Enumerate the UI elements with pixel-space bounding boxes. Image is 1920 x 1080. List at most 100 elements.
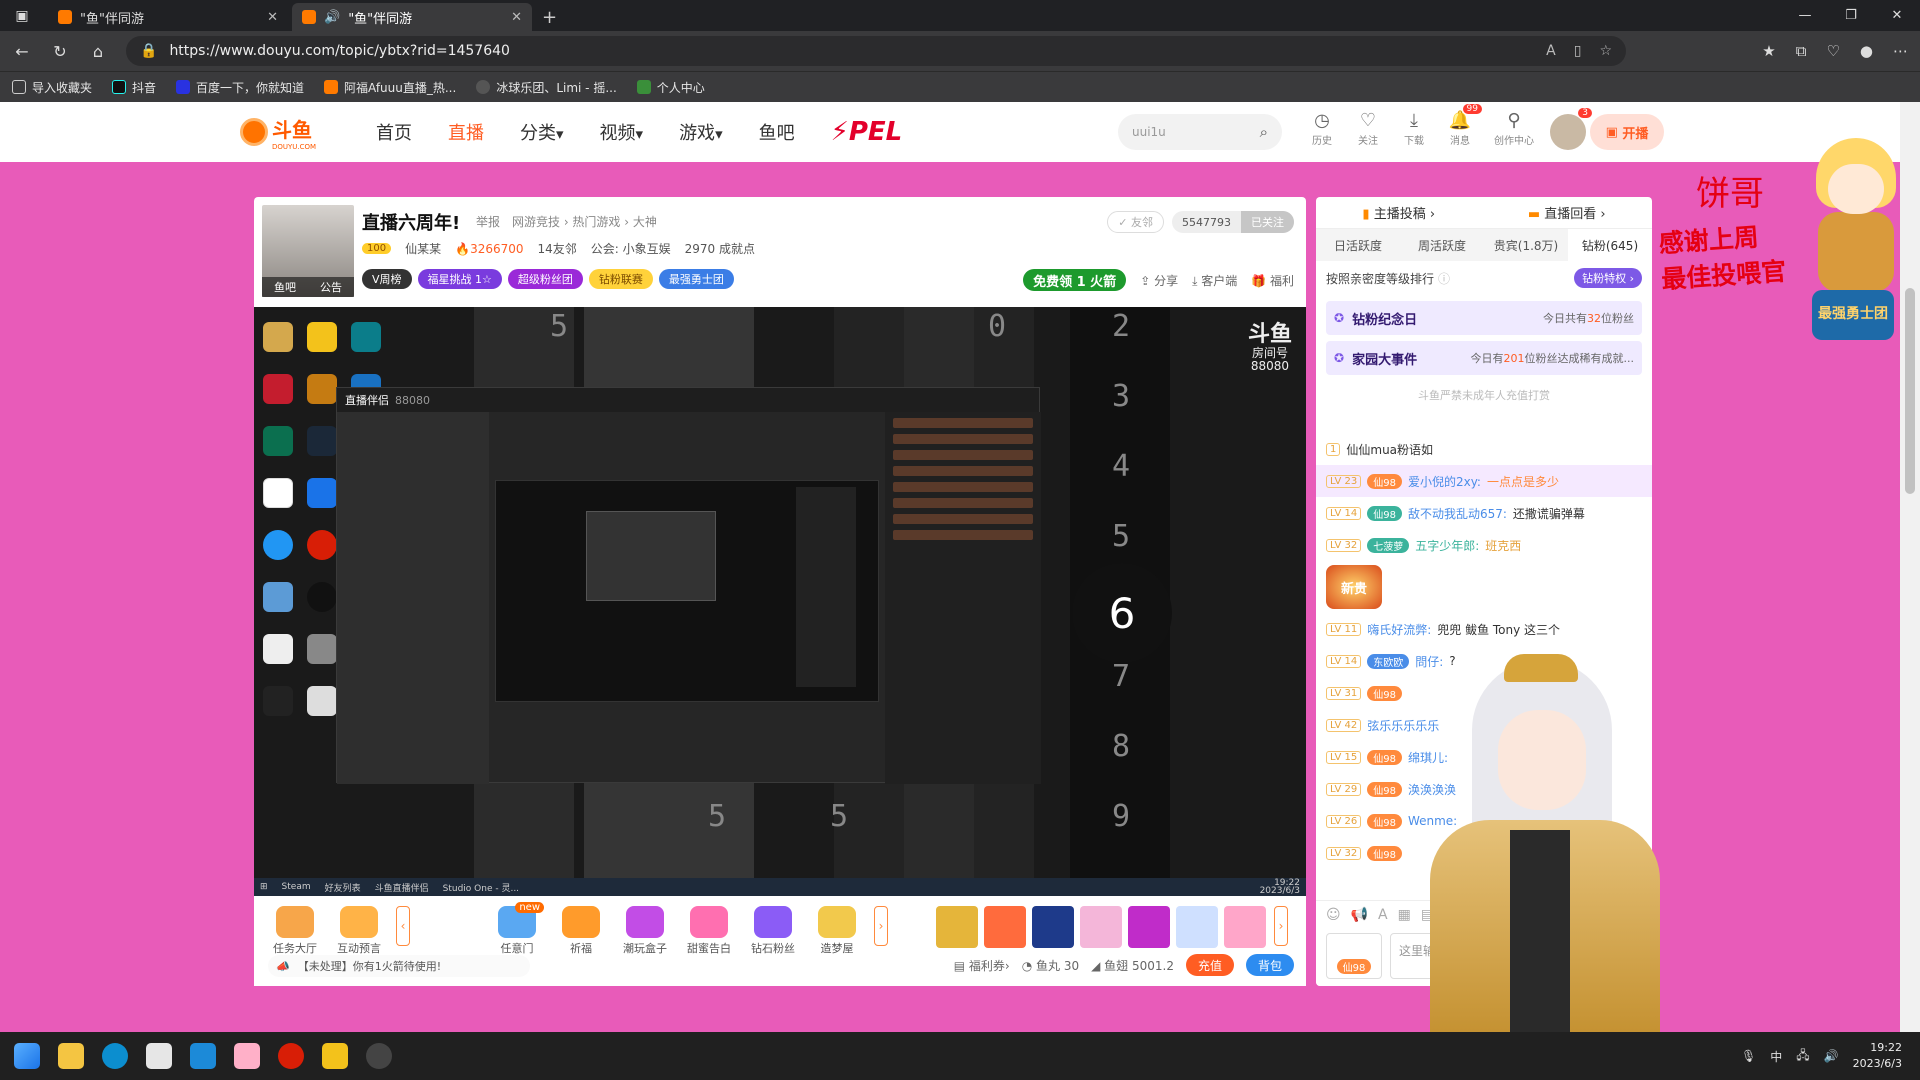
file-explorer-icon[interactable] bbox=[58, 1043, 84, 1069]
reader-mode-icon[interactable]: ▯ bbox=[1574, 43, 1582, 59]
microphone-icon[interactable]: 🎙 bbox=[1741, 1049, 1756, 1063]
bookmark-douyin[interactable]: 抖音 bbox=[112, 79, 156, 96]
more-menu-icon[interactable]: ⋯ bbox=[1893, 42, 1908, 60]
tab-weekly-activity[interactable]: 周活跃度 bbox=[1400, 229, 1484, 261]
favorites-icon[interactable]: ★ bbox=[1762, 42, 1775, 60]
notice-tag[interactable]: 公告 bbox=[320, 279, 342, 295]
network-icon[interactable]: 🖧 bbox=[1796, 1046, 1809, 1067]
gift-item-icon[interactable] bbox=[1176, 906, 1218, 948]
browser-essentials-icon[interactable]: ♡ bbox=[1826, 42, 1839, 60]
nav-games[interactable]: 游戏▾ bbox=[679, 119, 723, 145]
chat-message[interactable]: 1 仙仙mua粉语如 bbox=[1316, 433, 1652, 465]
rocket-notice[interactable]: 📣 【未处理】你有1火箭待使用! bbox=[268, 955, 530, 977]
app-icon[interactable] bbox=[234, 1043, 260, 1069]
fan-badge-selector[interactable]: 仙98 bbox=[1326, 933, 1382, 979]
browser-tab-2[interactable]: 🔊 "鱼"伴同游 ✕ bbox=[292, 3, 532, 31]
replay-link[interactable]: ▬ 直播回看 › bbox=[1528, 203, 1606, 222]
gift-item-icon[interactable] bbox=[1128, 906, 1170, 948]
interactive-prediction-button[interactable]: 互动预言 bbox=[332, 906, 386, 956]
gift-item-icon[interactable] bbox=[1224, 906, 1266, 948]
home-events-card[interactable]: ✪ 家园大事件 今日有201位粉丝达成稀有成就... bbox=[1326, 341, 1642, 375]
tab-diamond-fans[interactable]: 钻粉(645) bbox=[1568, 229, 1652, 261]
system-clock[interactable]: 19:22 2023/6/3 bbox=[1853, 1040, 1902, 1072]
bookmark-baidu[interactable]: 百度一下，你就知道 bbox=[176, 79, 304, 96]
diamond-anniversary-card[interactable]: ✪ 钻粉纪念日 今日共有32位粉丝 bbox=[1326, 301, 1642, 335]
achievement-points[interactable]: 2970 成就点 bbox=[685, 240, 755, 257]
tab-vip[interactable]: 贵宾(1.8万) bbox=[1484, 229, 1568, 261]
diamond-fan-button[interactable]: 钻石粉丝 bbox=[746, 906, 800, 956]
home-icon[interactable]: ⌂ bbox=[88, 42, 108, 61]
gift-item-icon[interactable] bbox=[984, 906, 1026, 948]
dream-house-button[interactable]: 造梦屋 bbox=[810, 906, 864, 956]
friend-button[interactable]: ✓ 友邻 bbox=[1107, 211, 1164, 233]
font-color-icon[interactable]: A bbox=[1378, 907, 1388, 923]
app-icon[interactable] bbox=[366, 1043, 392, 1069]
sweet-confession-button[interactable]: 甜蜜告白 bbox=[682, 906, 736, 956]
nav-video[interactable]: 视频▾ bbox=[600, 119, 644, 145]
pray-button[interactable]: 祈福 bbox=[554, 906, 608, 956]
expand-left-icon[interactable]: ‹ bbox=[396, 906, 410, 946]
app-icon[interactable] bbox=[190, 1043, 216, 1069]
any-door-button[interactable]: new 任意门 bbox=[490, 902, 544, 956]
profile-icon[interactable]: ● bbox=[1860, 42, 1873, 60]
netease-music-icon[interactable] bbox=[278, 1043, 304, 1069]
volume-icon[interactable]: 🔊 bbox=[1824, 1049, 1839, 1063]
expand-right-icon[interactable]: › bbox=[874, 906, 888, 946]
video-player[interactable]: 5 0 2 3 4 5 7 8 9 5 5 直播伴侣 88080 6 斗鱼 房间… bbox=[254, 307, 1306, 896]
ime-indicator[interactable]: 中 bbox=[1770, 1048, 1782, 1065]
nav-category[interactable]: 分类▾ bbox=[520, 119, 564, 145]
nav-home[interactable]: 首页 bbox=[376, 119, 412, 145]
chat-message[interactable]: LV 23 仙98 爱小倪的2xy: 一点点是多少 bbox=[1316, 465, 1652, 497]
help-icon[interactable]: ⓘ bbox=[1438, 270, 1450, 287]
rocket-gift-icon[interactable] bbox=[1032, 906, 1074, 948]
neighbors-count[interactable]: 14友邻 bbox=[538, 240, 577, 257]
url-field[interactable]: 🔒 https://www.douyu.com/topic/ybtx?rid=1… bbox=[126, 36, 1626, 66]
restore-icon[interactable]: ❐ bbox=[1828, 0, 1874, 31]
bookmark-afuuu[interactable]: 阿福Afuuu直播_热... bbox=[324, 79, 456, 96]
welfare-coupon-link[interactable]: ▤ 福利券› bbox=[954, 957, 1010, 974]
nav-live[interactable]: 直播 bbox=[448, 119, 484, 145]
user-avatar[interactable]: 3 bbox=[1550, 108, 1592, 150]
diamond-league-pill[interactable]: 钻粉联赛 bbox=[588, 269, 653, 289]
share-button[interactable]: ⇪ 分享 bbox=[1140, 272, 1178, 289]
anchor-avatar[interactable]: 鱼吧 公告 bbox=[262, 205, 354, 297]
anchor-submission-link[interactable]: ▮ 主播投稿 › bbox=[1362, 203, 1435, 222]
emoji-icon[interactable]: ☺ bbox=[1326, 907, 1341, 923]
creator-center-button[interactable]: ⚲ 创作中心 bbox=[1490, 110, 1538, 147]
anchor-name[interactable]: 仙某某 bbox=[405, 240, 441, 257]
read-aloud-icon[interactable]: A bbox=[1546, 43, 1556, 59]
task-hall-button[interactable]: 任务大厅 bbox=[268, 906, 322, 956]
pel-logo[interactable]: ⚡PEL bbox=[831, 117, 903, 147]
follow-button[interactable]: ♡ 关注 bbox=[1352, 110, 1384, 147]
gift-item-icon[interactable] bbox=[936, 906, 978, 948]
v-weekly-rank-pill[interactable]: V周榜 bbox=[362, 269, 412, 289]
chat-tool-icon[interactable]: ▦ bbox=[1398, 907, 1411, 923]
chat-message[interactable]: LV 14 仙98 敌不动我乱动657: 还撒谎骗弹幕 bbox=[1316, 497, 1652, 529]
megaphone-icon[interactable]: 📢 bbox=[1351, 907, 1368, 923]
lucky-star-pill[interactable]: 福星挑战 1☆ bbox=[417, 269, 502, 289]
bookmark-import[interactable]: 导入收藏夹 bbox=[12, 79, 92, 96]
bookmark-personal[interactable]: 个人中心 bbox=[636, 79, 705, 96]
close-tab-icon[interactable]: ✕ bbox=[511, 10, 522, 25]
guild-name[interactable]: 公会: 小象互娱 bbox=[591, 240, 671, 257]
add-favorite-icon[interactable]: ☆ bbox=[1599, 43, 1612, 59]
owl-app-icon[interactable] bbox=[322, 1043, 348, 1069]
back-icon[interactable]: ← bbox=[12, 42, 32, 61]
gift-more-icon[interactable]: › bbox=[1274, 906, 1288, 946]
backpack-button[interactable]: 背包 bbox=[1245, 954, 1294, 976]
blind-box-button[interactable]: 潮玩盒子 bbox=[618, 906, 672, 956]
search-icon[interactable]: ⌕ bbox=[1260, 123, 1268, 141]
messages-button[interactable]: 🔔 99 消息 bbox=[1444, 104, 1482, 147]
free-rocket-button[interactable]: 免费领 1 火箭 bbox=[1023, 269, 1127, 291]
follow-button[interactable]: 5547793 已关注 bbox=[1172, 211, 1294, 233]
welfare-button[interactable]: 🎁 福利 bbox=[1251, 272, 1294, 289]
history-button[interactable]: ◷ 历史 bbox=[1306, 110, 1338, 147]
speaker-icon[interactable]: 🔊 bbox=[324, 10, 340, 25]
douyu-logo[interactable]: 斗鱼 DOUYU.COM bbox=[240, 114, 320, 151]
download-button[interactable]: ⤓ 下载 bbox=[1398, 110, 1430, 147]
search-input[interactable]: uui1u ⌕ bbox=[1118, 114, 1282, 150]
super-fan-pill[interactable]: 超级粉丝团 bbox=[507, 269, 583, 289]
yuba-tag[interactable]: 鱼吧 bbox=[274, 279, 296, 295]
start-stream-button[interactable]: ▣ 开播 bbox=[1590, 114, 1664, 150]
warrior-group-pill[interactable]: 最强勇士团 bbox=[658, 269, 734, 289]
